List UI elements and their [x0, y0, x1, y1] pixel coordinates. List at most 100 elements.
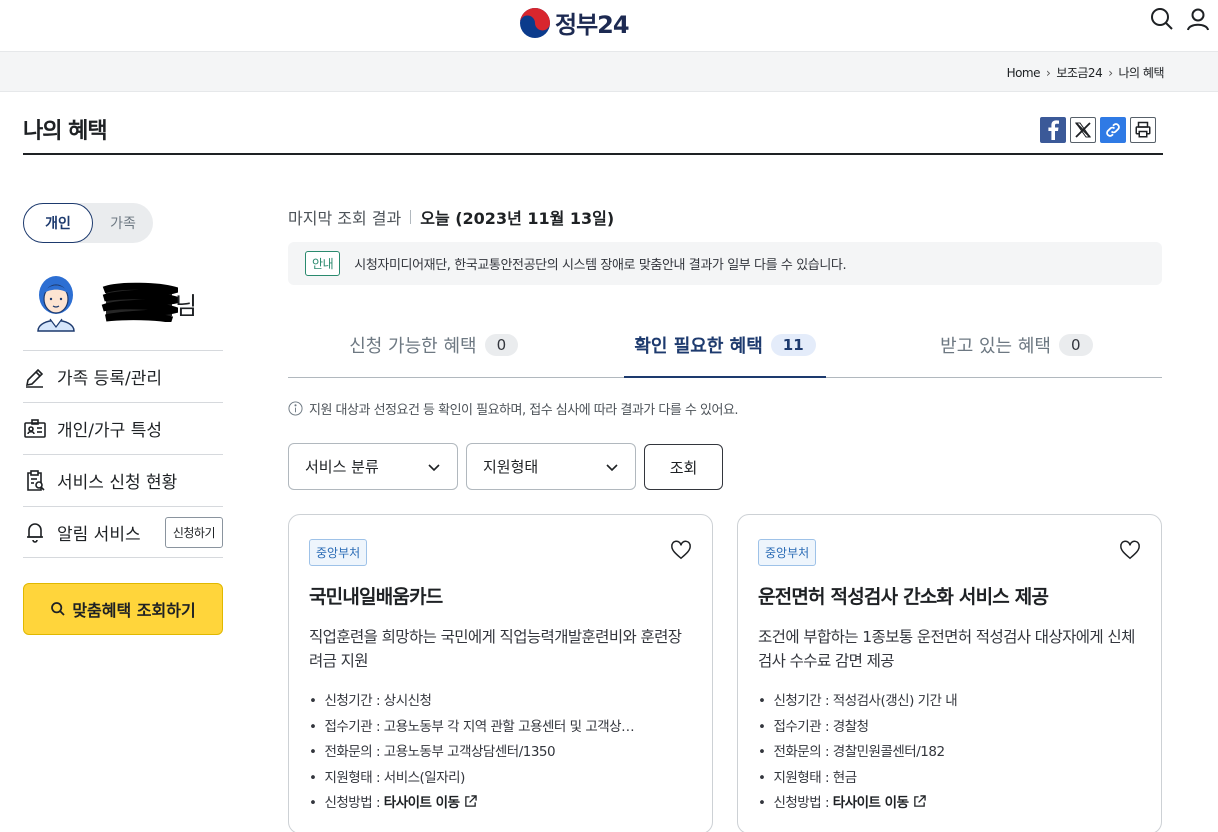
chevron-right-icon: › — [1046, 65, 1051, 80]
detail-key: 신청방법 : — [324, 795, 384, 811]
external-link-icon[interactable] — [913, 795, 926, 808]
detail-row: 지원형태 : 서비스(일자리) — [309, 766, 689, 792]
notice-text: 시청자미디어재단, 한국교통안전공단의 시스템 장애로 맞춤안내 결과가 일부 … — [354, 258, 847, 273]
detail-value: 경찰민원콜센터/182 — [832, 744, 945, 760]
external-link-icon[interactable] — [464, 795, 477, 808]
benefit-card[interactable]: 중앙부처 운전면허 적성검사 간소화 서비스 제공 조건에 부합하는 1종보통 … — [737, 514, 1162, 832]
pencil-icon — [25, 368, 44, 388]
tab-count-badge: 11 — [770, 333, 816, 356]
facebook-share-button[interactable] — [1040, 117, 1066, 143]
x-share-button[interactable] — [1070, 117, 1096, 143]
person-family-toggle: 개인 가족 — [23, 203, 153, 243]
last-view-date: 오늘 (2023년 11월 13일) — [420, 209, 615, 228]
last-view-label: 마지막 조회 결과 — [288, 209, 402, 228]
custom-benefit-search-button[interactable]: 맞춤혜택 조회하기 — [23, 583, 223, 635]
detail-row: 전화문의 : 경찰민원콜센터/182 — [758, 740, 1138, 766]
benefit-details: 신청기간 : 상시신청 접수기관 : 고용노동부 각 지역 관할 고용센터 및 … — [309, 689, 692, 817]
segment-family[interactable]: 가족 — [93, 203, 153, 243]
divider — [410, 210, 412, 224]
detail-key: 전화문의 : — [324, 744, 384, 760]
support-type-select[interactable]: 지원형태 — [466, 443, 636, 490]
external-site-link[interactable]: 타사이트 이동 — [833, 795, 909, 811]
sidebar-item-label: 개인/가구 특성 — [57, 421, 162, 441]
avatar — [37, 276, 75, 332]
detail-value: 고용노동부 각 지역 관할 고용센터 및 고객상… — [383, 718, 635, 735]
detail-row: 신청기간 : 상시신청 — [309, 689, 689, 715]
bell-icon — [27, 523, 43, 543]
sidebar-item-status[interactable]: 서비스 신청 현황 — [23, 454, 223, 506]
sidebar-item-label: 서비스 신청 현황 — [57, 473, 178, 493]
breadcrumb-home[interactable]: Home — [1007, 66, 1041, 80]
search-icon[interactable] — [1150, 7, 1174, 31]
tab-count-badge: 0 — [1058, 333, 1093, 356]
sidebar-item-family[interactable]: 가족 등록/관리 — [23, 350, 223, 402]
info-hint: 지원 대상과 선정요건 등 확인이 필요하며, 접수 심사에 따라 결과가 다를… — [288, 399, 739, 418]
breadcrumb-current[interactable]: 나의 혜택 — [1119, 64, 1165, 81]
chevron-down-icon — [428, 463, 440, 471]
segment-personal[interactable]: 개인 — [23, 203, 93, 243]
detail-value: 상시신청 — [383, 693, 432, 709]
alert-subscribe-button[interactable]: 신청하기 — [164, 516, 223, 548]
detail-row: 신청기간 : 적성검사(갱신) 기간 내 — [758, 689, 1138, 715]
detail-row: 접수기관 : 경찰청 — [758, 715, 1138, 741]
hint-text: 지원 대상과 선정요건 등 확인이 필요하며, 접수 심사에 따라 결과가 다를… — [309, 403, 739, 418]
detail-key: 신청기간 : — [324, 693, 384, 709]
tab-receiving[interactable]: 받고 있는 혜택 0 — [871, 312, 1162, 377]
last-view-info: 마지막 조회 결과 오늘 (2023년 11월 13일) — [288, 205, 614, 229]
external-site-link[interactable]: 타사이트 이동 — [384, 795, 460, 811]
benefit-details: 신청기간 : 적성검사(갱신) 기간 내 접수기관 : 경찰청 전화문의 : 경… — [758, 689, 1141, 817]
agency-type-tag: 중앙부처 — [758, 539, 817, 566]
logo-text: 정부24 — [555, 11, 630, 39]
detail-value: 현금 — [832, 769, 857, 786]
breadcrumb-subsidy[interactable]: 보조금24 — [1056, 64, 1102, 81]
heart-icon[interactable] — [670, 539, 692, 561]
sidebar-item-alert[interactable]: 알림 서비스 신청하기 — [23, 506, 223, 558]
user-name-suffix: 님 — [175, 292, 198, 320]
heart-icon[interactable] — [1119, 539, 1141, 561]
sidebar-item-label: 가족 등록/관리 — [57, 369, 162, 389]
benefit-title[interactable]: 국민내일배움카드 — [309, 582, 692, 609]
detail-row: 신청방법 : 타사이트 이동 — [758, 791, 1138, 817]
sidebar-menu: 가족 등록/관리 개인/가구 특성 서비스 신청 현황 알림 서비스 신청하기 — [23, 350, 223, 558]
tab-label: 받고 있는 혜택 — [940, 335, 1051, 357]
select-value: 지원형태 — [483, 458, 539, 476]
benefit-title[interactable]: 운전면허 적성검사 간소화 서비스 제공 — [758, 582, 1141, 609]
detail-value: 경찰청 — [832, 718, 869, 735]
breadcrumb: Home › 보조금24 › 나의 혜택 — [1007, 64, 1165, 81]
title-divider — [23, 153, 1163, 155]
query-button[interactable]: 조회 — [644, 444, 723, 490]
agency-type-tag: 중앙부처 — [309, 539, 368, 566]
site-logo[interactable]: 정부24 — [519, 5, 630, 40]
x-logo-icon — [1075, 122, 1091, 138]
breadcrumb-bar: Home › 보조금24 › 나의 혜택 — [0, 52, 1218, 92]
chevron-down-icon — [606, 463, 618, 471]
notice-tag: 안내 — [305, 251, 341, 276]
redacted-username — [101, 282, 178, 322]
link-icon — [1106, 123, 1120, 137]
detail-key: 전화문의 : — [773, 744, 833, 760]
detail-value: 적성검사(갱신) 기간 내 — [832, 693, 958, 709]
tab-count-badge: 0 — [484, 333, 519, 356]
detail-key: 접수기관 : — [773, 718, 833, 735]
tab-label: 신청 가능한 혜택 — [349, 335, 477, 357]
taegeuk-logo-icon — [520, 7, 550, 38]
copy-link-button[interactable] — [1100, 117, 1126, 143]
detail-value: 고용노동부 고객상담센터/1350 — [383, 744, 556, 760]
detail-key: 신청방법 : — [773, 795, 833, 811]
benefit-card[interactable]: 중앙부처 국민내일배움카드 직업훈련을 희망하는 국민에게 직업능력개발훈련비와… — [288, 514, 713, 832]
page-title: 나의 혜택 — [23, 119, 108, 144]
user-icon[interactable] — [1186, 7, 1210, 31]
id-card-icon — [24, 418, 46, 438]
print-icon — [1135, 121, 1151, 138]
chevron-right-icon: › — [1108, 65, 1113, 80]
sidebar-item-household[interactable]: 개인/가구 특성 — [23, 402, 223, 454]
tab-needs-check[interactable]: 확인 필요한 혜택 11 — [579, 312, 870, 378]
detail-key: 접수기관 : — [324, 718, 384, 735]
sidebar-item-label: 알림 서비스 — [57, 524, 141, 545]
benefit-description: 조건에 부합하는 1종보통 운전면허 적성검사 대상자에게 신체검사 수수료 감… — [758, 628, 1135, 670]
service-category-select[interactable]: 서비스 분류 — [288, 443, 458, 490]
tab-available[interactable]: 신청 가능한 혜택 0 — [288, 312, 579, 377]
benefit-tabs: 신청 가능한 혜택 0 확인 필요한 혜택 11 받고 있는 혜택 0 — [288, 312, 1162, 378]
search-icon — [51, 602, 65, 616]
print-button[interactable] — [1130, 117, 1156, 143]
